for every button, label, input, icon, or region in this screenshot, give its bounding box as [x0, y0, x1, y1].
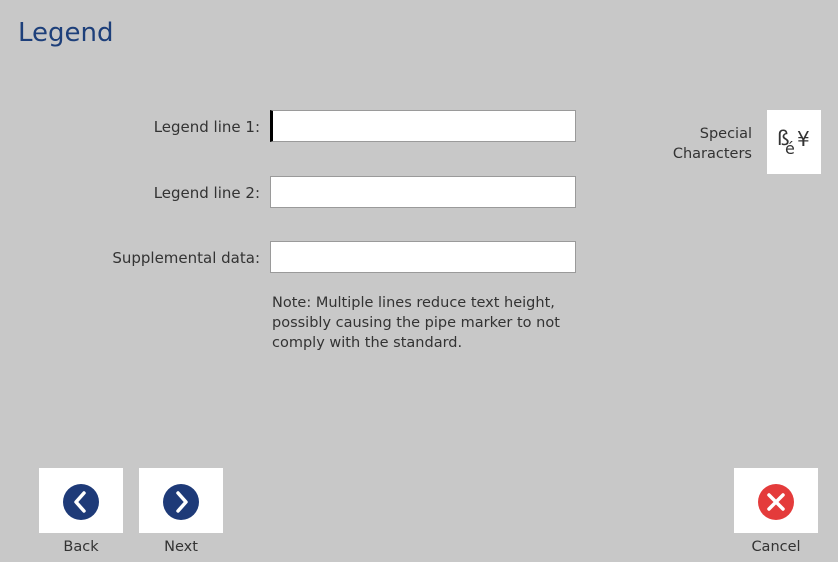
legend-line-2-label: Legend line 2:	[153, 184, 260, 202]
chevron-right-icon	[163, 484, 199, 520]
svg-text:é: é	[785, 139, 795, 158]
supplemental-data-input[interactable]	[270, 241, 576, 273]
special-characters-label-line2: Characters	[672, 146, 752, 162]
back-button[interactable]	[39, 468, 123, 533]
page-title: Legend	[18, 18, 114, 48]
back-label: Back	[63, 539, 99, 555]
special-characters-button[interactable]: ß é ¥	[767, 110, 821, 174]
special-characters-label: Special Characters	[673, 124, 752, 164]
cancel-label: Cancel	[751, 539, 801, 555]
special-characters-label-line1: Special	[699, 126, 752, 142]
special-characters-icon: ß é ¥	[777, 126, 810, 158]
supplemental-data-label: Supplemental data:	[112, 249, 260, 267]
cancel-button[interactable]	[734, 468, 818, 533]
next-label: Next	[164, 539, 198, 555]
legend-line-1-input[interactable]	[270, 110, 576, 142]
legend-line-1-label: Legend line 1:	[153, 118, 260, 136]
svg-text:¥: ¥	[797, 127, 810, 151]
chevron-left-icon	[63, 484, 99, 520]
next-button[interactable]	[139, 468, 223, 533]
close-icon	[758, 484, 794, 520]
legend-line-2-input[interactable]	[270, 176, 576, 208]
note-text: Note: Multiple lines reduce text height,…	[272, 295, 560, 351]
